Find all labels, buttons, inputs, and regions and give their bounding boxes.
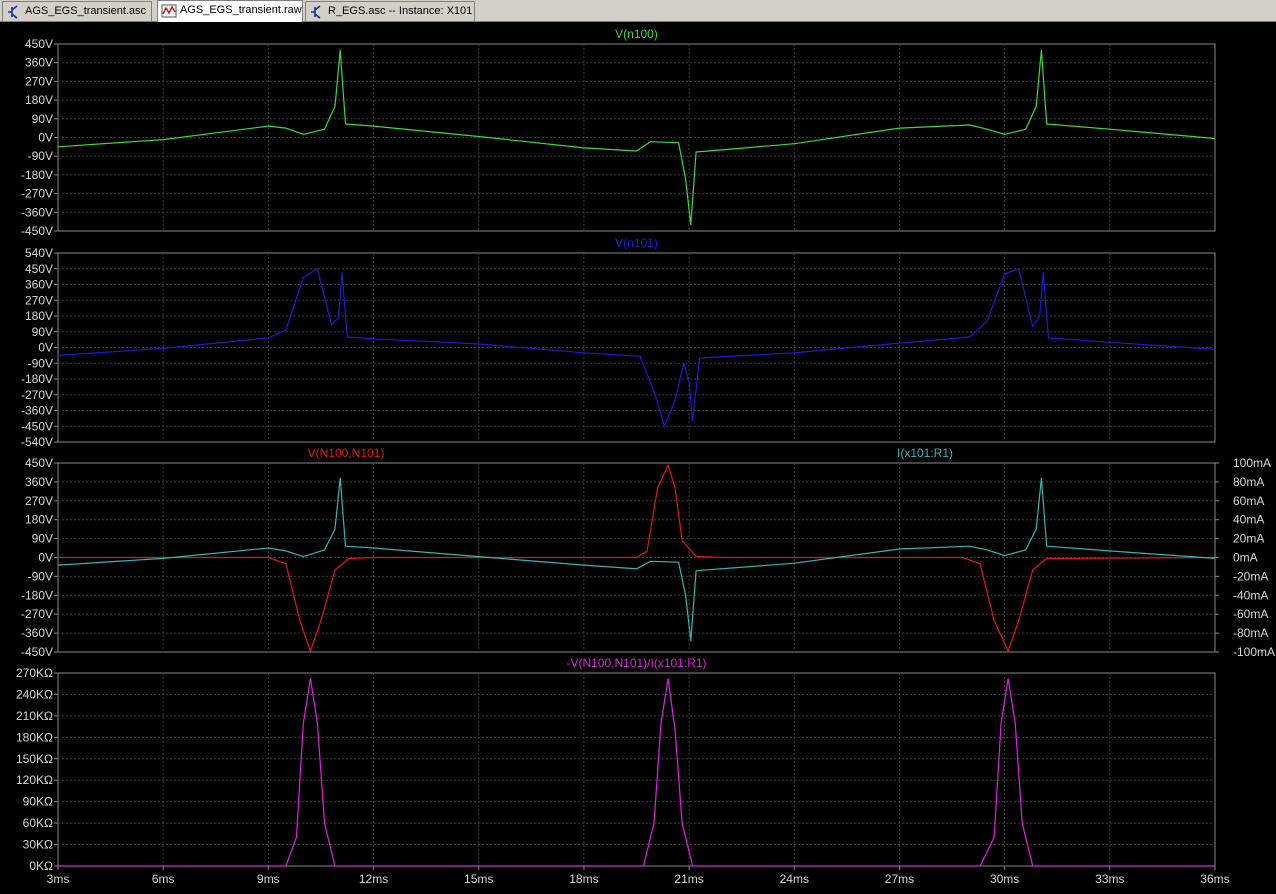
y-tick-label: 240KΩ — [16, 687, 53, 701]
x-tick-label: 3ms — [47, 872, 70, 886]
y-tick-label: 0V — [38, 551, 53, 565]
y-tick-label: 270KΩ — [16, 666, 53, 680]
tab-label: AGS_EGS_transient.raw — [180, 4, 302, 16]
y-tick-label: -180V — [21, 588, 53, 602]
pane-title: -V(N100,N101)/I(x101:R1) — [566, 656, 706, 670]
y-tick-label: 90V — [32, 112, 53, 126]
y-tick-label: -180V — [21, 372, 53, 386]
pane-title: V(n101) — [615, 236, 658, 250]
x-tick-label: 27ms — [885, 872, 914, 886]
y-tick-label: 180V — [25, 93, 53, 107]
y-tick-label: 0V — [38, 341, 53, 355]
y-tick-label: 450V — [25, 456, 53, 470]
y-tick-label: 540V — [25, 246, 53, 260]
y-tick-label: -360V — [21, 205, 53, 219]
trace-i-x101-r1[interactable] — [57, 477, 1216, 642]
x-tick-label: 21ms — [674, 872, 703, 886]
tab-bar: AGS_EGS_transient.asc AGS_EGS_transient.… — [0, 0, 1276, 22]
y2-tick-label: -100mA — [1233, 645, 1275, 659]
y-tick-label: 270V — [25, 74, 53, 88]
y-tick-label: -90V — [28, 149, 53, 163]
y-tick-label: 180V — [25, 309, 53, 323]
y-tick-label: 270V — [25, 494, 53, 508]
plot-pane-frame — [57, 672, 1216, 867]
waveform-viewer[interactable]: 450V360V270V180V90V0V-90V-180V-270V-360V… — [0, 22, 1276, 894]
waveform-icon — [161, 4, 177, 18]
tab-schematic-asc[interactable]: AGS_EGS_transient.asc — [2, 1, 152, 21]
y-tick-label: 90V — [32, 532, 53, 546]
y-tick-label: 150KΩ — [16, 752, 53, 766]
y2-tick-label: 0mA — [1233, 551, 1258, 565]
y2-tick-label: -40mA — [1233, 588, 1268, 602]
y2-tick-label: -80mA — [1233, 626, 1268, 640]
y-tick-label: -360V — [21, 404, 53, 418]
y2-tick-label: 20mA — [1233, 532, 1264, 546]
y-tick-label: 450V — [25, 37, 53, 51]
x-tick-label: 12ms — [359, 872, 388, 886]
y-tick-label: -90V — [28, 356, 53, 370]
y-tick-label: -180V — [21, 168, 53, 182]
trace-v-n100-n101[interactable] — [58, 464, 1216, 652]
trace-v-n100-n101-i-x101-r1[interactable] — [58, 678, 1215, 867]
y-tick-label: 450V — [25, 262, 53, 276]
y2-tick-label: 60mA — [1233, 494, 1264, 508]
y-tick-label: -90V — [28, 569, 53, 583]
x-tick-label: 6ms — [152, 872, 175, 886]
y-tick-label: -270V — [21, 607, 53, 621]
pane-title: V(n100) — [615, 27, 658, 41]
y-tick-label: -450V — [21, 419, 53, 433]
y-tick-label: -270V — [21, 388, 53, 402]
y-tick-label: -450V — [21, 645, 53, 659]
y-tick-label: -540V — [21, 435, 53, 449]
tab-raw-waveform[interactable]: AGS_EGS_transient.raw — [157, 0, 303, 22]
y-tick-label: 210KΩ — [16, 709, 53, 723]
y-tick-label: -360V — [21, 626, 53, 640]
x-tick-label: 24ms — [780, 872, 809, 886]
schematic-icon — [8, 5, 18, 19]
y-tick-label: 180KΩ — [16, 730, 53, 744]
x-tick-label: 18ms — [569, 872, 598, 886]
x-tick-label: 30ms — [990, 872, 1019, 886]
x-tick-label: 9ms — [257, 872, 280, 886]
y2-tick-label: 80mA — [1233, 475, 1264, 489]
y-tick-label: 270V — [25, 293, 53, 307]
pane-title-left: V(N100,N101) — [308, 446, 385, 460]
y-tick-label: 30KΩ — [23, 838, 53, 852]
y-tick-label: 90V — [32, 325, 53, 339]
tab-label: R_EGS.asc -- Instance: X101 — [328, 5, 473, 17]
y2-tick-label: 40mA — [1233, 513, 1264, 527]
y2-tick-label: 100mA — [1233, 456, 1271, 470]
tab-r-egs-instance[interactable]: R_EGS.asc -- Instance: X101 — [305, 1, 475, 21]
tab-label: AGS_EGS_transient.asc — [25, 5, 147, 17]
y-tick-label: 60KΩ — [23, 816, 53, 830]
y-tick-label: 120KΩ — [16, 773, 53, 787]
y-tick-label: 0V — [38, 131, 53, 145]
y-tick-label: 90KΩ — [23, 795, 53, 809]
y-tick-label: 0KΩ — [29, 859, 53, 873]
y-tick-label: 360V — [25, 278, 53, 292]
y-tick-label: -450V — [21, 224, 53, 238]
y-tick-label: -270V — [21, 187, 53, 201]
y-tick-label: 360V — [25, 475, 53, 489]
x-tick-label: 15ms — [464, 872, 493, 886]
pane-title-right: I(x101:R1) — [897, 446, 953, 460]
y2-tick-label: -60mA — [1233, 607, 1268, 621]
y-tick-label: 360V — [25, 56, 53, 70]
y2-tick-label: -20mA — [1233, 569, 1268, 583]
x-tick-label: 36ms — [1200, 872, 1229, 886]
y-tick-label: 180V — [25, 513, 53, 527]
x-tick-label: 33ms — [1095, 872, 1124, 886]
schematic-icon — [311, 5, 321, 19]
